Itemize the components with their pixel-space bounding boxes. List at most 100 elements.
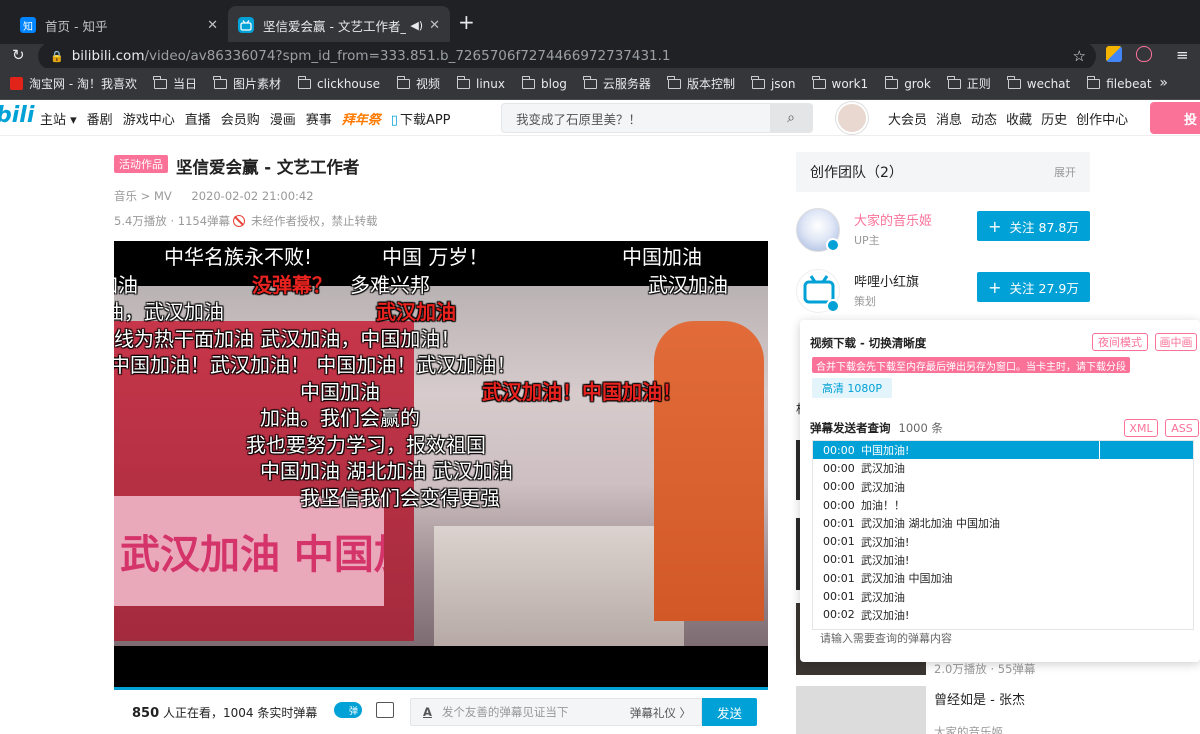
search-input[interactable]: 我变成了石原里美？！ ⌕ (501, 103, 813, 133)
nav-item[interactable]: 直播 (185, 109, 211, 128)
user-nav-item[interactable]: 收藏 (1006, 109, 1032, 128)
danmaku-query-input[interactable]: 请输入需要查询的弹幕内容 (812, 628, 1194, 648)
menu-icon[interactable]: ≡ (1176, 46, 1189, 64)
tab-zhihu[interactable]: 知 首页 - 知乎 ✕ (10, 6, 228, 44)
close-tab-icon[interactable]: ✕ (207, 18, 218, 33)
danmaku-toggle[interactable]: 弹 (334, 702, 362, 718)
danmaku-input[interactable]: A 发个友善的弹幕见证当下 弹幕礼仪 〉 (410, 698, 702, 726)
quality-1080p-button[interactable]: 高清 1080P (812, 378, 892, 398)
bookmark-item[interactable]: linux (456, 75, 505, 91)
user-nav-item[interactable]: 消息 (936, 109, 962, 128)
bookmark-item[interactable]: 淘宝网 - 淘！我喜欢 (10, 75, 137, 92)
zhihu-favicon-icon: 知 (20, 17, 36, 33)
user-nav-item[interactable]: 大会员 (888, 109, 927, 128)
copyright-notice-text: 未经作者授权，禁止转载 (251, 214, 378, 228)
nav-item[interactable]: 番剧 (87, 109, 113, 128)
member-name[interactable]: 哔哩小红旗 (854, 271, 919, 290)
bookmark-item[interactable]: blog (521, 75, 567, 91)
station-shape (434, 526, 684, 646)
pip-button[interactable]: 画中画 (1155, 333, 1197, 351)
expand-link[interactable]: 展开 (1054, 164, 1076, 180)
bookmark-item[interactable]: 版本控制 (667, 75, 735, 92)
bookmark-item[interactable]: wechat (1007, 75, 1070, 91)
danmaku-row[interactable]: 00:01 武汉加油! (813, 551, 1193, 569)
folder-icon (153, 75, 167, 89)
member-name[interactable]: 大家的音乐姬 (854, 210, 932, 229)
download-app-link[interactable]: ▯ 下载APP (391, 109, 451, 128)
bookmark-label: json (770, 76, 796, 91)
bookmark-item[interactable]: 图片素材 (213, 75, 281, 92)
url-input[interactable]: 🔒 bilibili.com /video/av86336074?spm_id_… (38, 42, 1096, 70)
folder-icon (583, 75, 597, 89)
danmaku-row[interactable]: 00:00 武汉加油 (813, 459, 1193, 477)
ass-button[interactable]: ASS (1165, 419, 1199, 437)
danmaku-etiquette-link[interactable]: 弹幕礼仪 〉 (630, 705, 691, 721)
danmaku-comment: 武汉加油 (648, 273, 728, 297)
danmaku-row[interactable]: 00:01 武汉加油 湖北加油 中国加油 (813, 514, 1193, 532)
close-tab-icon[interactable]: ✕ (429, 18, 440, 33)
video-category[interactable]: 音乐 > MV (114, 189, 172, 203)
danmaku-row[interactable]: 00:00 中国加油! (813, 441, 1193, 460)
user-nav-item[interactable]: 动态 (971, 109, 997, 128)
verified-badge-icon (826, 299, 840, 313)
bookmark-item[interactable]: json (751, 75, 796, 91)
bookmark-item[interactable]: filebeat (1086, 75, 1152, 91)
danmaku-sender-list[interactable]: 00:00 中国加油! 00:00 武汉加油 00:00 武汉加油 00:00 加油！！ 00:… (812, 440, 1194, 630)
nav-item[interactable]: 游戏中心 (123, 109, 175, 128)
danmaku-row[interactable]: 00:02 武汉加油! (813, 606, 1193, 624)
related-stats: 2.0万播放 · 55弹幕 (934, 662, 1036, 676)
bilibili-logo[interactable]: bili (0, 103, 34, 128)
danmaku-style-icon[interactable]: A (423, 705, 432, 719)
danmaku-row[interactable]: 00:00 加油！！ (813, 496, 1193, 514)
creator-team-header: 创作团队（2） 展开 (796, 152, 1090, 192)
new-tab-button[interactable]: + (458, 10, 475, 34)
tab-title: 首页 - 知乎 (45, 18, 108, 34)
bookmark-item[interactable]: 正则 (947, 75, 991, 92)
follow-label: 关注 27.9万 (1009, 280, 1079, 296)
send-button[interactable]: 发送 (702, 698, 757, 726)
activity-tag[interactable]: 活动作品 (114, 155, 168, 173)
extension-color-icon[interactable] (1106, 46, 1122, 62)
bookmark-item[interactable]: 云服务器 (583, 75, 651, 92)
folder-icon (1086, 75, 1101, 89)
follow-button[interactable]: + 关注 87.8万 (977, 211, 1090, 241)
bookmark-label: 版本控制 (686, 77, 735, 91)
bookmark-item[interactable]: 视频 (396, 75, 440, 92)
bookmark-item[interactable]: grok (884, 75, 931, 91)
upload-button[interactable]: 投 (1150, 102, 1200, 134)
nav-item[interactable]: 会员购 (221, 109, 260, 128)
danmaku-row[interactable]: 00:01 武汉加油 (813, 587, 1193, 605)
related-title[interactable]: 曾经如是 - 张杰 (934, 689, 1025, 708)
nav-item-hot[interactable]: 拜年祭 (342, 109, 381, 128)
nav-item[interactable]: 漫画 (270, 109, 296, 128)
video-player[interactable]: 武汉加油 中国加油 中华名族永不败!中国 万岁！中国加油加油没弹幕？多难兴邦武汉… (114, 241, 768, 689)
bookmark-item[interactable]: clickhouse (297, 75, 380, 91)
user-avatar[interactable] (836, 102, 868, 134)
follow-button[interactable]: + 关注 27.9万 (977, 272, 1090, 302)
related-thumb[interactable] (796, 686, 926, 734)
danmaku-row[interactable]: 00:01 武汉加油 中国加油 (813, 569, 1193, 587)
banner-shape: 武汉加油 中国加油 (114, 496, 384, 606)
extension-cat-icon[interactable] (1136, 46, 1152, 62)
search-icon[interactable]: ⌕ (770, 104, 812, 132)
nav-item[interactable]: 主站 ▾ (40, 109, 77, 128)
xml-button[interactable]: XML (1124, 419, 1158, 437)
user-nav-item[interactable]: 历史 (1041, 109, 1067, 128)
danmaku-comment: 中国加油！武汉加油！ 中国加油！武汉加油！ (114, 353, 517, 377)
member-role: UP主 (854, 234, 880, 247)
bookmark-item[interactable]: 当日 (153, 75, 197, 92)
bookmark-item[interactable]: work1 (812, 75, 868, 91)
bookmark-star-icon[interactable]: ☆ (1073, 47, 1086, 65)
danmaku-time: 00:02 (823, 608, 855, 622)
user-nav-item[interactable]: 创作中心 (1076, 109, 1128, 128)
tab-bilibili[interactable]: 坚信爱会赢 - 文艺工作者_哔 ◀) ✕ (228, 6, 450, 44)
reload-icon[interactable]: ↻ (12, 46, 25, 64)
danmaku-row[interactable]: 00:01 武汉加油! (813, 532, 1193, 550)
danmaku-row[interactable]: 00:00 武汉加油 (813, 478, 1193, 496)
danmaku-settings-icon[interactable] (376, 702, 394, 718)
speaker-icon[interactable]: ◀) (410, 19, 423, 32)
night-mode-button[interactable]: 夜间模式 (1092, 333, 1148, 351)
user-nav: 大会员 消息 动态 收藏 历史 创作中心 (888, 100, 1137, 136)
nav-item[interactable]: 赛事 (306, 109, 332, 128)
bookmarks-more-icon[interactable]: » (1159, 75, 1168, 91)
